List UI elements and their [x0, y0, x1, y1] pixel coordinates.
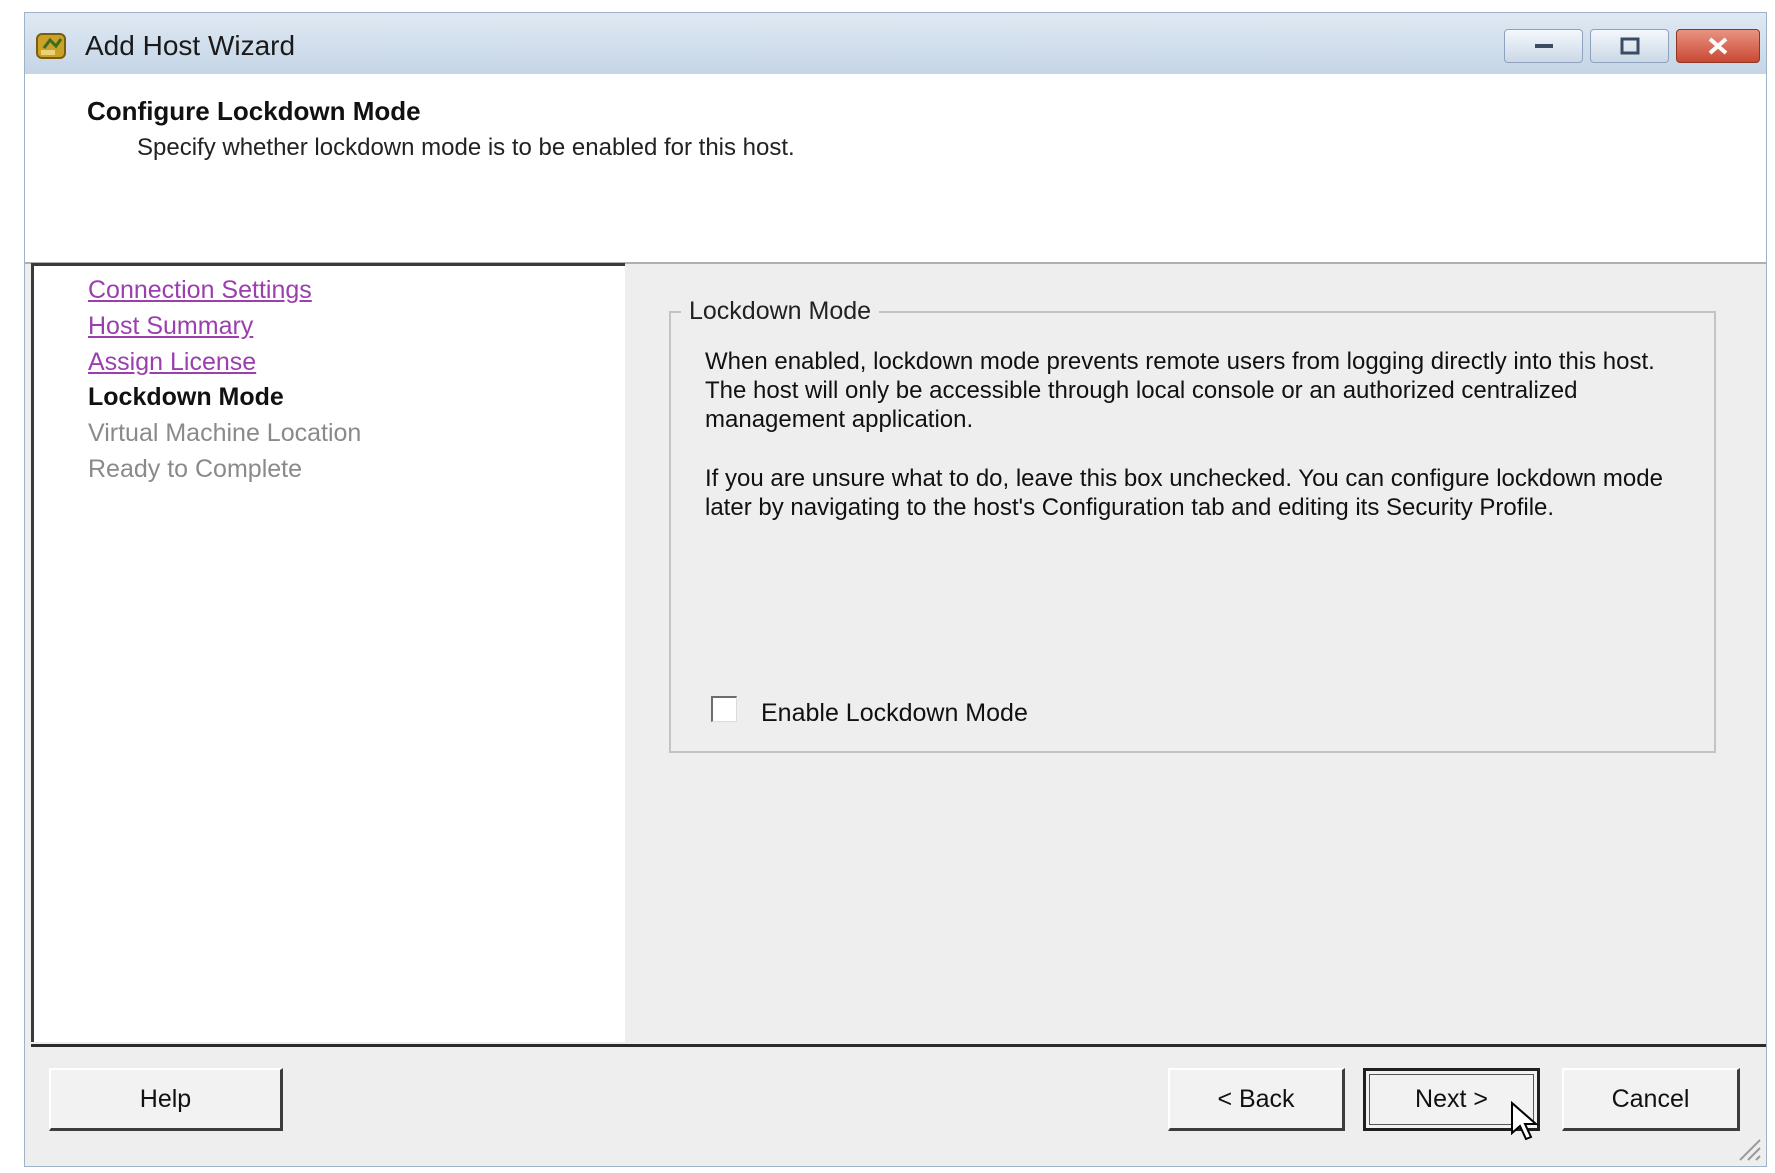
vsphere-host-icon: [35, 30, 69, 62]
description-paragraph: When enabled, lockdown mode prevents rem…: [705, 348, 1655, 433]
resize-grip-icon[interactable]: [1732, 1132, 1762, 1162]
maximize-button[interactable]: [1590, 29, 1669, 63]
maximize-icon: [1620, 37, 1639, 55]
minimize-icon: [1534, 44, 1553, 48]
window-title: Add Host Wizard: [85, 30, 296, 61]
add-host-wizard-window: Add Host Wizard Configure Lockdown Mode …: [24, 12, 1767, 1167]
close-icon: [1708, 37, 1728, 55]
cancel-button[interactable]: Cancel: [1562, 1068, 1740, 1131]
lockdown-mode-group: Lockdown Mode When enabled, lockdown mod…: [669, 297, 1716, 753]
step-subtitle: Specify whether lockdown mode is to be e…: [137, 134, 795, 161]
step-title: Configure Lockdown Mode: [87, 96, 421, 126]
footer-divider: [31, 1044, 1766, 1047]
nav-step-lockdown-mode: Lockdown Mode: [88, 383, 284, 411]
guidance-paragraph: If you are unsure what to do, leave this…: [705, 465, 1663, 521]
close-button[interactable]: [1676, 29, 1760, 63]
minimize-button[interactable]: [1504, 29, 1583, 63]
mouse-pointer-icon: [1511, 1101, 1539, 1141]
nav-step-virtual-machine-location: Virtual Machine Location: [88, 419, 362, 447]
enable-lockdown-checkbox[interactable]: [711, 696, 737, 722]
wizard-header: Configure Lockdown Mode Specify whether …: [25, 74, 1766, 264]
back-button[interactable]: < Back: [1168, 1068, 1345, 1131]
group-label: Lockdown Mode: [681, 297, 880, 326]
help-button[interactable]: Help: [49, 1068, 283, 1131]
wizard-step-nav: Connection Settings Host Summary Assign …: [31, 263, 625, 1042]
wizard-content: Lockdown Mode When enabled, lockdown mod…: [625, 263, 1768, 1042]
nav-step-host-summary[interactable]: Host Summary: [88, 312, 253, 341]
nav-step-connection-settings[interactable]: Connection Settings: [88, 276, 312, 305]
nav-step-ready-to-complete: Ready to Complete: [88, 455, 303, 483]
nav-step-assign-license[interactable]: Assign License: [88, 348, 256, 377]
title-bar[interactable]: Add Host Wizard: [25, 13, 1766, 75]
enable-lockdown-label[interactable]: Enable Lockdown Mode: [761, 699, 1028, 728]
